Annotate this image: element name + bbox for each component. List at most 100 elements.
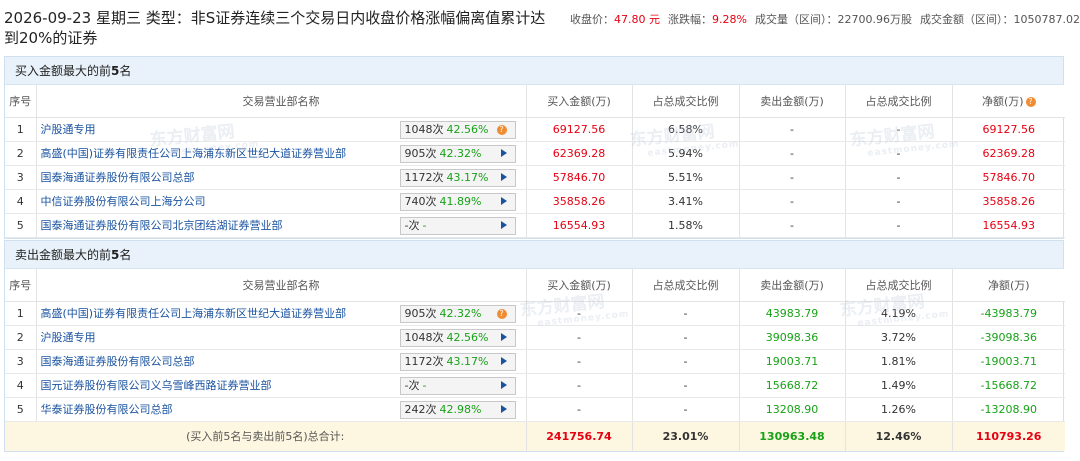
buy-amount: 57846.70 — [526, 165, 633, 190]
row-seq: 4 — [5, 373, 37, 398]
table-row: 1 沪股通专用 1048次 42.56%? 69127.56 6.58% - -69127.5… — [5, 117, 1065, 142]
broker-cell: 高盛(中国)证券有限责任公司上海浦东新区世纪大道证券营业部 905次 42.32% — [36, 141, 527, 166]
play-triangle-icon[interactable] — [500, 196, 507, 205]
buy-ratio: - — [632, 301, 740, 326]
broker-cell: 国泰海通证券股份有限公司总部 1172次 43.17% — [36, 165, 527, 190]
column-header-buy-pct: 占总成交比例 — [632, 85, 740, 118]
buy-ratio: 5.94% — [632, 141, 740, 166]
buy-section: 买入金额最大的前5名 序号 交易营业部名称 买入金额(万) 占总成交比例 卖出金… — [4, 56, 1065, 239]
table-row: 4 国元证券股份有限公司义乌雪峰西路证券营业部 -次 - - -15668.72 1.49%… — [5, 373, 1065, 398]
row-seq: 4 — [5, 189, 37, 214]
sell-amount: 19003.71 — [739, 349, 846, 374]
broker-link[interactable]: 高盛(中国)证券有限责任公司上海浦东新区世纪大道证券营业部 — [41, 307, 347, 320]
buy-ratio: 5.51% — [632, 165, 740, 190]
page-title: 2026-09-23 星期三 类型：非S证券连续三个交易日内收盘价格涨幅偏离值累… — [4, 9, 546, 47]
info-dot-icon[interactable]: ? — [496, 124, 507, 135]
broker-stats-button[interactable]: 905次 42.32% — [399, 144, 516, 163]
row-seq: 5 — [5, 397, 37, 422]
broker-stats-button[interactable]: 740次 41.89% — [399, 192, 516, 211]
total-row: (买入前5名与卖出前5名)总合计: 241756.74 23.01% 13096… — [5, 421, 1065, 451]
sell-amount: 39098.36 — [739, 325, 846, 350]
buy-ratio: 6.58% — [632, 117, 740, 142]
broker-link[interactable]: 国泰海通证券股份有限公司总部 — [41, 355, 195, 368]
net-amount: -19003.71 — [952, 349, 1065, 374]
play-triangle-icon[interactable] — [500, 172, 507, 181]
total-buy-pct: 23.01% — [632, 421, 740, 451]
broker-stats-button[interactable]: 1172次 43.17% — [399, 168, 516, 187]
play-triangle-icon[interactable] — [500, 380, 507, 389]
sell-table: 序号 交易营业部名称 买入金额(万) 占总成交比例 卖出金额(万) 占总成交比例… — [5, 269, 1065, 451]
broker-stats-button[interactable]: 242次 42.98% — [399, 400, 516, 419]
broker-stats-button[interactable]: 1048次 42.56%? — [399, 120, 516, 139]
broker-cell: 国泰海通证券股份有限公司北京团结湖证券营业部 -次 - — [36, 213, 527, 238]
sell-ratio: - — [845, 141, 953, 166]
broker-trade-count: 242次 — [404, 402, 437, 416]
broker-stats-button[interactable]: 905次 42.32%? — [399, 304, 516, 323]
buy-amount: - — [526, 373, 633, 398]
broker-link[interactable]: 沪股通专用 — [41, 331, 96, 344]
broker-win-rate: 43.17% — [446, 354, 489, 368]
broker-link[interactable]: 沪股通专用 — [41, 123, 96, 136]
broker-stats-button[interactable]: -次 - — [399, 216, 516, 235]
table-row: 2 高盛(中国)证券有限责任公司上海浦东新区世纪大道证券营业部 905次 42.32%… — [5, 141, 1065, 166]
play-triangle-icon[interactable] — [500, 332, 507, 341]
column-header-buy-pct: 占总成交比例 — [632, 269, 740, 302]
buy-ratio: - — [632, 397, 740, 422]
play-triangle-icon[interactable] — [500, 356, 507, 365]
broker-stats-button[interactable]: 1048次 42.56% — [399, 328, 516, 347]
broker-win-rate: 42.98% — [439, 402, 482, 416]
buy-ratio: - — [632, 349, 740, 374]
broker-trade-count: 905次 — [404, 146, 437, 160]
sell-amount: - — [739, 165, 846, 190]
broker-link[interactable]: 国元证券股份有限公司义乌雪峰西路证券营业部 — [41, 379, 272, 392]
broker-stats-button[interactable]: -次 - — [399, 376, 516, 395]
buy-amount: 35858.26 — [526, 189, 633, 214]
column-header-sell-pct: 占总成交比例 — [845, 85, 953, 118]
broker-cell: 沪股通专用 1048次 42.56% — [36, 325, 527, 350]
play-triangle-icon[interactable] — [500, 148, 507, 157]
table-row: 5 华泰证券股份有限公司总部 242次 42.98% - -13208.90 1.26% -1… — [5, 397, 1065, 422]
broker-cell: 华泰证券股份有限公司总部 242次 42.98% — [36, 397, 527, 422]
net-amount: 62369.28 — [952, 141, 1065, 166]
sell-ratio: 1.81% — [845, 349, 953, 374]
buy-section-title: 买入金额最大的前5名 — [5, 57, 1063, 85]
net-amount: 69127.56 — [952, 117, 1065, 142]
broker-win-rate: 42.56% — [446, 122, 489, 136]
broker-trade-count: 740次 — [404, 194, 437, 208]
column-header-sell: 卖出金额(万) — [739, 269, 846, 302]
buy-amount: - — [526, 397, 633, 422]
buy-ratio: 3.41% — [632, 189, 740, 214]
broker-cell: 国泰海通证券股份有限公司总部 1172次 43.17% — [36, 349, 527, 374]
broker-link[interactable]: 国泰海通证券股份有限公司总部 — [41, 171, 195, 184]
row-seq: 1 — [5, 117, 37, 142]
close-price-label: 收盘价： — [570, 13, 614, 26]
sell-ratio: - — [845, 189, 953, 214]
sell-ratio: 1.49% — [845, 373, 953, 398]
column-header-buy: 买入金额(万) — [526, 85, 633, 118]
info-icon[interactable]: ? — [1025, 96, 1036, 107]
net-amount: -13208.90 — [952, 397, 1065, 422]
total-sell-pct: 12.46% — [845, 421, 953, 451]
broker-win-rate: - — [422, 218, 427, 232]
row-seq: 2 — [5, 325, 37, 350]
change-label: 涨跌幅： — [668, 13, 712, 26]
play-triangle-icon[interactable] — [500, 220, 507, 229]
broker-cell: 沪股通专用 1048次 42.56%? — [36, 117, 527, 142]
broker-link[interactable]: 国泰海通证券股份有限公司北京团结湖证券营业部 — [41, 219, 283, 232]
broker-link[interactable]: 高盛(中国)证券有限责任公司上海浦东新区世纪大道证券营业部 — [41, 147, 347, 160]
broker-link[interactable]: 华泰证券股份有限公司总部 — [41, 403, 173, 416]
total-label: (买入前5名与卖出前5名)总合计: — [5, 421, 527, 451]
amount-value: 1050787.02万元 — [1013, 13, 1080, 26]
row-seq: 3 — [5, 165, 37, 190]
sell-table-header: 序号 交易营业部名称 买入金额(万) 占总成交比例 卖出金额(万) 占总成交比例… — [5, 269, 1065, 302]
sell-ratio: 3.72% — [845, 325, 953, 350]
play-triangle-icon[interactable] — [500, 404, 507, 413]
broker-stats-button[interactable]: 1172次 43.17% — [399, 352, 516, 371]
broker-trade-count: 1172次 — [404, 170, 444, 184]
info-dot-icon[interactable]: ? — [496, 308, 507, 319]
buy-amount: - — [526, 349, 633, 374]
broker-link[interactable]: 中信证券股份有限公司上海分公司 — [41, 195, 206, 208]
sell-ratio: - — [845, 213, 953, 238]
net-amount: -15668.72 — [952, 373, 1065, 398]
total-net: 110793.26 — [952, 421, 1065, 451]
